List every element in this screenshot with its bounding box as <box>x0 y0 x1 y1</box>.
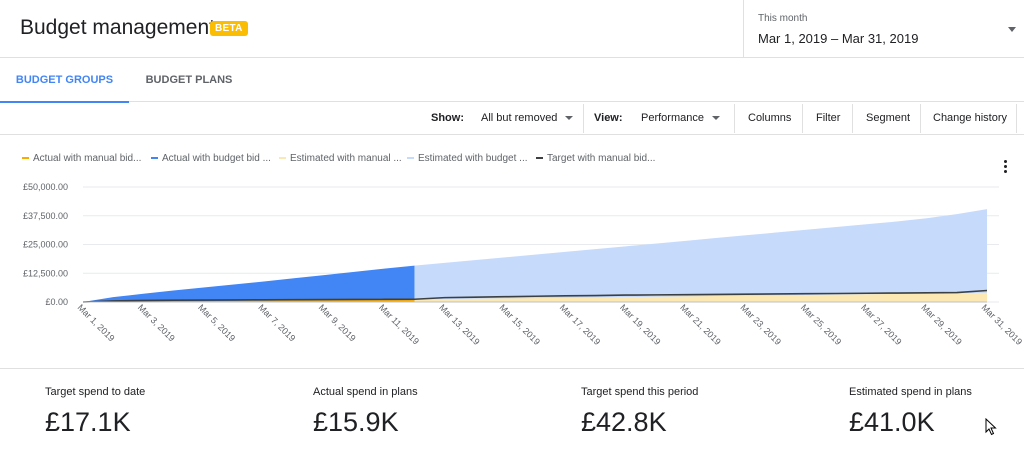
tab-budget-groups[interactable]: BUDGET GROUPS <box>0 58 129 103</box>
x-tick-label: Mar 11, 2019 <box>377 302 421 346</box>
legend-label: Estimated with budget ... <box>418 153 528 164</box>
x-tick-label: Mar 19, 2019 <box>618 302 663 347</box>
legend-item-actual-manual[interactable]: Actual with manual bid... <box>22 152 141 166</box>
stat-estimated-spend-in-plans: Estimated spend in plans £41.0K <box>849 386 972 438</box>
y-tick-label: £37,500.00 <box>23 211 68 221</box>
x-tick-label: Mar 31, 2019 <box>980 302 1024 347</box>
stat-actual-spend-in-plans: Actual spend in plans £15.9K <box>313 386 418 438</box>
show-label: Show: <box>431 112 464 124</box>
x-tick-label: Mar 29, 2019 <box>919 302 964 347</box>
x-tick-label: Mar 1, 2019 <box>76 302 117 343</box>
x-tick-label: Mar 21, 2019 <box>678 302 723 347</box>
filter-button[interactable]: Filter <box>816 102 840 135</box>
tab-bar: BUDGET GROUPS BUDGET PLANS <box>0 58 1024 103</box>
y-tick-label: £0.00 <box>45 297 68 307</box>
legend-swatch <box>22 157 29 160</box>
legend-swatch <box>536 157 543 160</box>
columns-button[interactable]: Columns <box>748 102 791 135</box>
toolbar: Show: All but removed View: Performance … <box>0 102 1024 135</box>
legend-label: Actual with budget bid ... <box>162 153 271 164</box>
x-tick-label: Mar 15, 2019 <box>497 302 542 347</box>
stat-target-spend-to-date: Target spend to date £17.1K <box>45 386 145 438</box>
date-range-value: Mar 1, 2019 – Mar 31, 2019 <box>758 31 919 46</box>
stat-value: £41.0K <box>849 407 935 437</box>
date-range-picker[interactable]: This month Mar 1, 2019 – Mar 31, 2019 <box>743 0 1024 58</box>
change-history-button[interactable]: Change history <box>933 102 1007 135</box>
page-header: Budget management BETA This month Mar 1,… <box>0 0 1024 58</box>
stat-target-spend-this-period: Target spend this period £42.8K <box>581 386 698 438</box>
stat-label: Target spend to date <box>45 386 146 398</box>
beta-badge: BETA <box>210 21 248 36</box>
show-dropdown-value: All but removed <box>481 112 558 124</box>
x-tick-label: Mar 25, 2019 <box>799 302 844 347</box>
legend-label: Actual with manual bid... <box>33 153 142 164</box>
y-tick-label: £50,000.00 <box>23 182 68 192</box>
date-range-caption: This month <box>758 13 808 24</box>
view-label: View: <box>594 112 623 124</box>
stat-label: Estimated spend in plans <box>849 386 972 398</box>
caret-down-icon <box>711 116 720 121</box>
legend-swatch <box>279 157 286 160</box>
legend-item-actual-budget[interactable]: Actual with budget bid ... <box>151 152 271 166</box>
y-tick-label: £12,500.00 <box>23 268 68 278</box>
stat-label: Actual spend in plans <box>313 386 418 398</box>
toolbar-divider <box>852 104 853 133</box>
chevron-down-icon[interactable] <box>1008 27 1016 32</box>
view-dropdown[interactable]: Performance <box>641 102 720 135</box>
stat-value: £17.1K <box>45 407 131 437</box>
show-dropdown[interactable]: All but removed <box>481 102 574 135</box>
x-tick-label: Mar 13, 2019 <box>437 302 482 347</box>
x-tick-label: Mar 9, 2019 <box>317 302 358 343</box>
stat-value: £42.8K <box>581 407 667 437</box>
toolbar-divider <box>802 104 803 133</box>
stat-value: £15.9K <box>313 407 399 437</box>
x-tick-label: Mar 23, 2019 <box>739 302 784 347</box>
legend-item-estimated-budget[interactable]: Estimated with budget ... <box>407 152 528 166</box>
legend-label: Target with manual bid... <box>547 153 656 164</box>
segment-button[interactable]: Segment <box>866 102 910 135</box>
summary-divider <box>0 368 1024 369</box>
spend-chart: £50,000.00 £37,500.00 £25,000.00 £12,500.00… <box>23 182 1024 347</box>
caret-down-icon <box>565 116 574 121</box>
tab-budget-plans[interactable]: BUDGET PLANS <box>134 58 244 102</box>
mouse-cursor-icon <box>985 418 997 436</box>
toolbar-divider <box>1016 104 1017 133</box>
legend-swatch <box>151 157 158 160</box>
toolbar-divider <box>734 104 735 133</box>
stat-label: Target spend this period <box>581 386 699 398</box>
x-tick-label: Mar 7, 2019 <box>256 302 297 343</box>
x-tick-label: Mar 17, 2019 <box>558 302 603 347</box>
toolbar-divider <box>920 104 921 133</box>
series-estimated-budget-area <box>414 209 987 302</box>
toolbar-divider <box>583 104 584 133</box>
legend-label: Estimated with manual ... <box>290 153 402 164</box>
y-tick-label: £25,000.00 <box>23 240 68 250</box>
x-tick-label: Mar 5, 2019 <box>196 302 237 343</box>
x-tick-label: Mar 3, 2019 <box>136 302 177 343</box>
legend-item-estimated-manual[interactable]: Estimated with manual ... <box>279 152 402 166</box>
legend-item-target-manual[interactable]: Target with manual bid... <box>536 152 655 166</box>
series-actual-budget-area <box>83 265 415 302</box>
view-dropdown-value: Performance <box>641 112 704 124</box>
legend-swatch <box>407 157 414 160</box>
page-title: Budget management <box>20 16 215 39</box>
x-tick-label: Mar 27, 2019 <box>859 302 904 347</box>
